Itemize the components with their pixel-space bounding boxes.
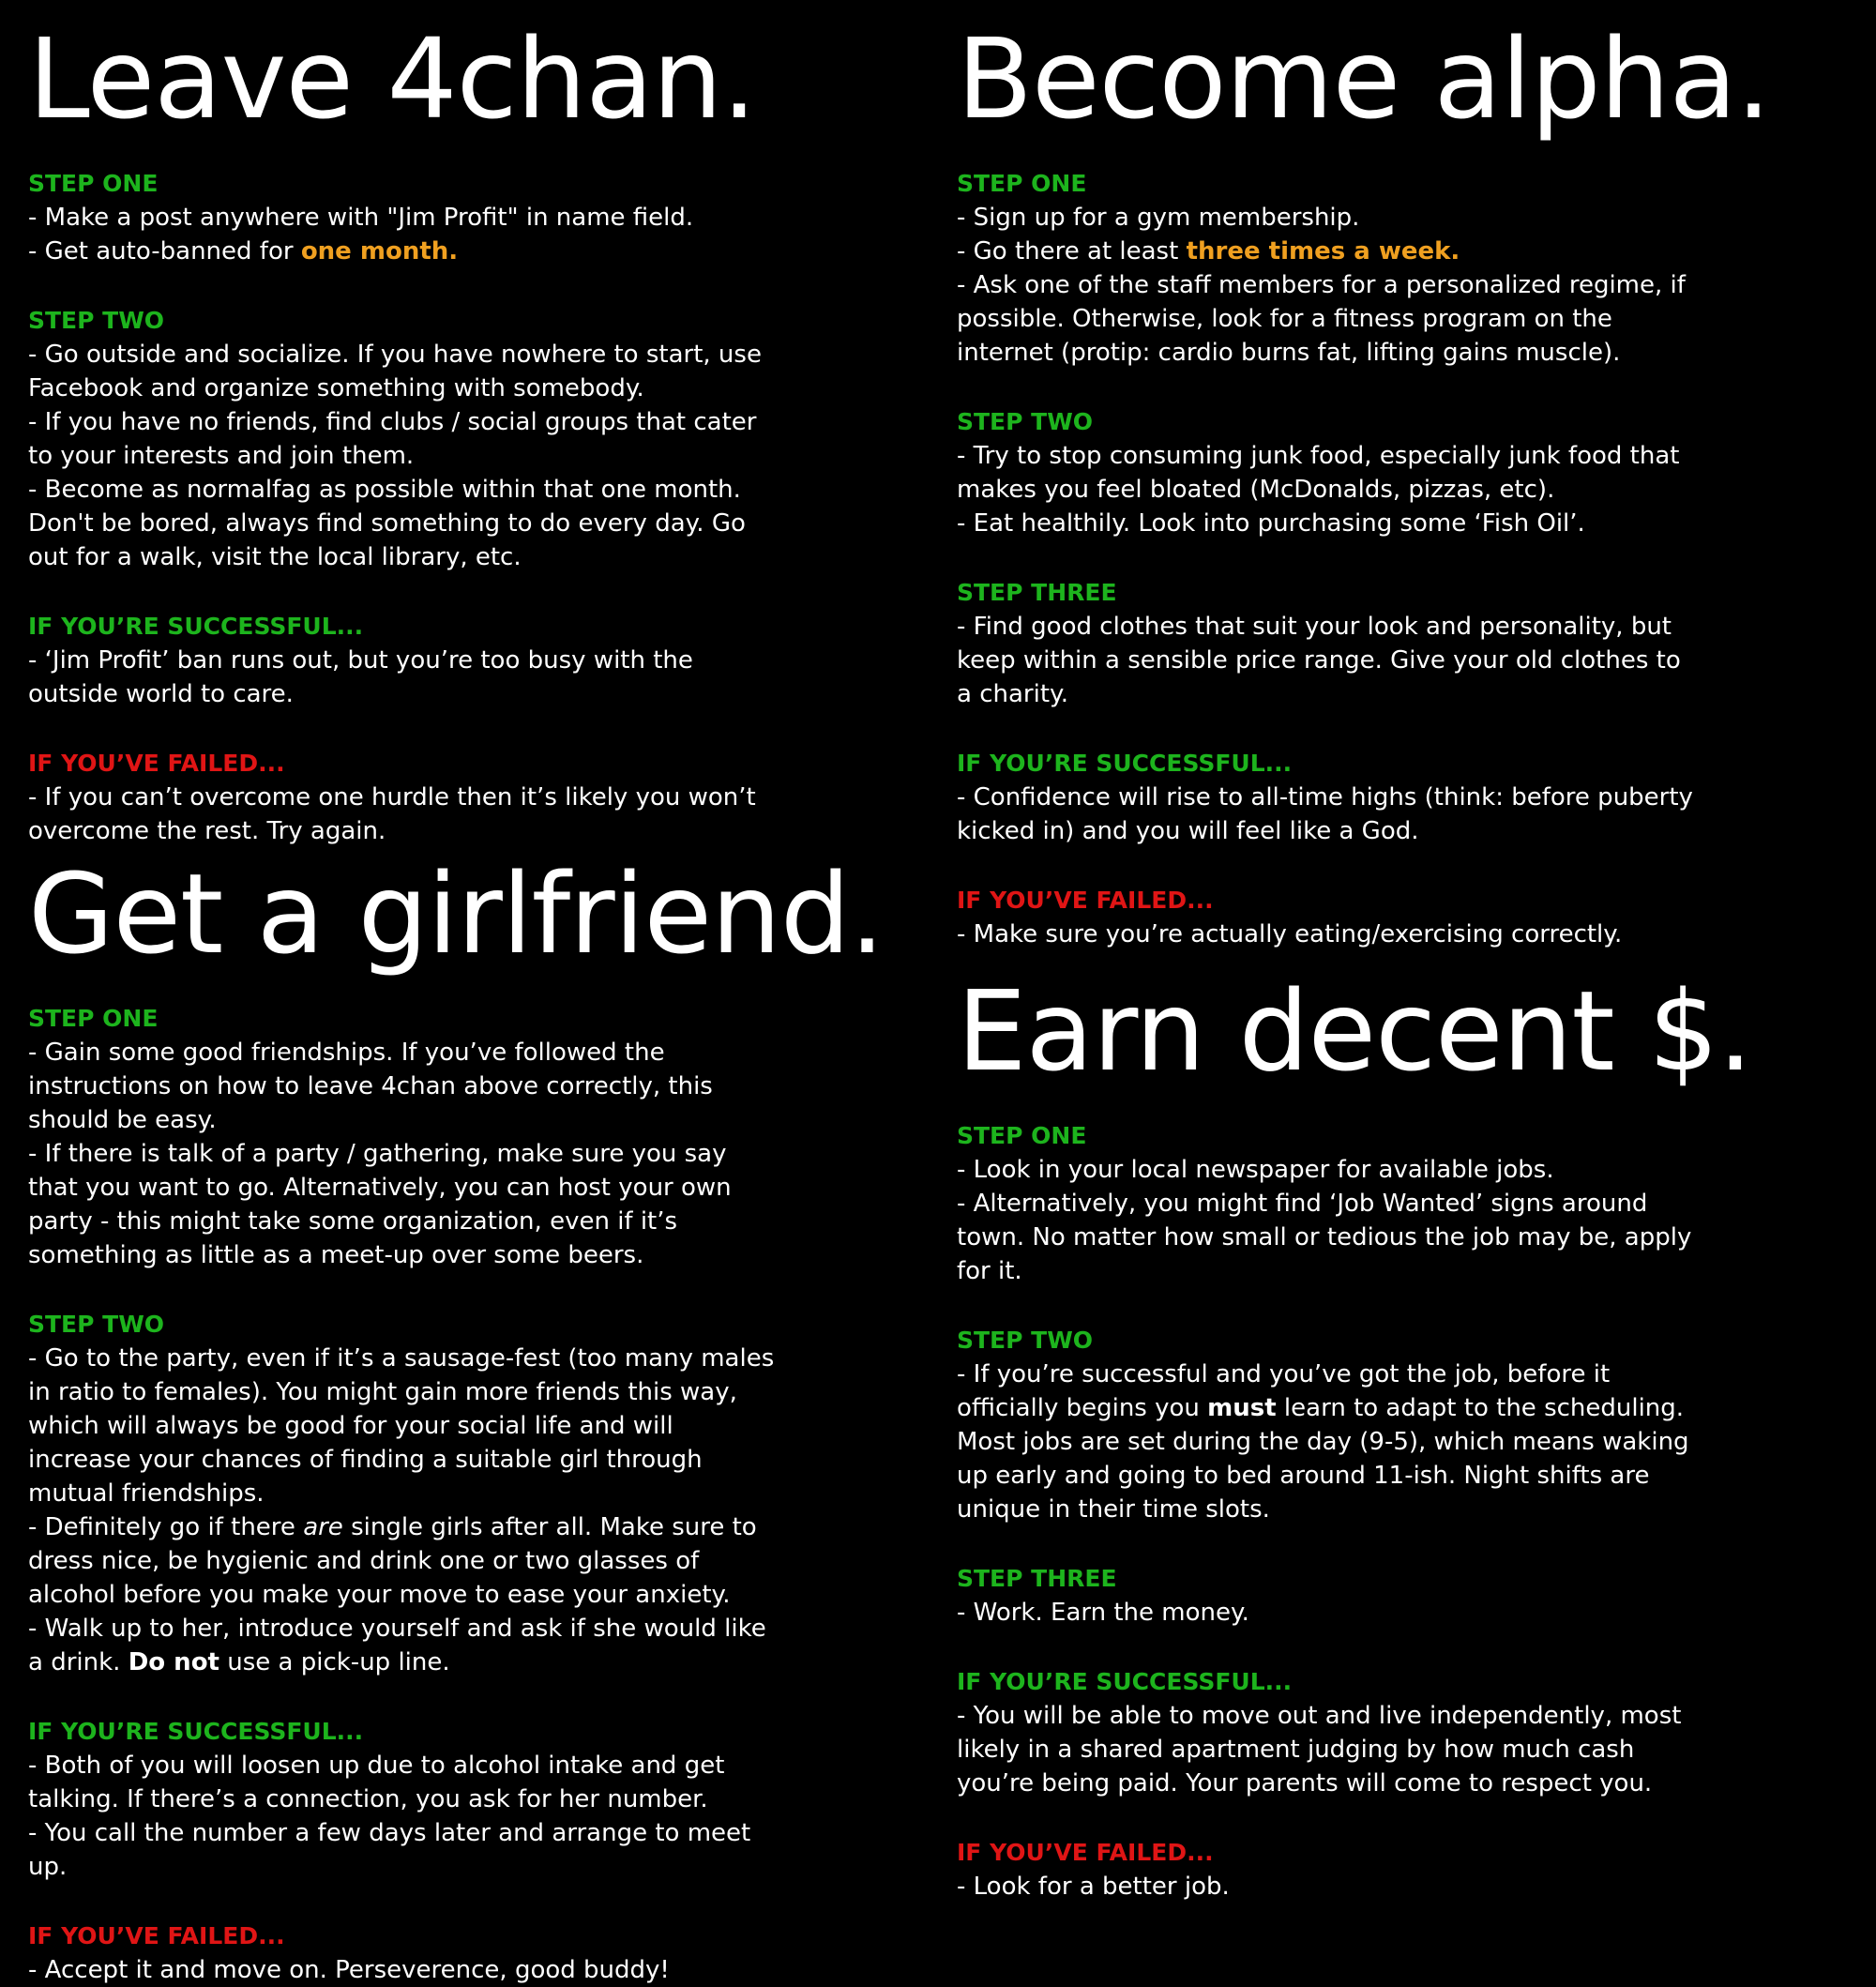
highlight: one month. (300, 237, 459, 265)
success-heading: IF YOU’RE SUCCESSFUL... (957, 1668, 1293, 1695)
step-line: - Accept it and move on. Perseverence, g… (28, 1956, 670, 1984)
section-title: Earn decent $. (957, 966, 1753, 1096)
step-line: - Try to stop consuming junk food, espec… (957, 442, 1680, 504)
failed-heading: IF YOU’VE FAILED... (957, 887, 1214, 914)
step-line: - ‘Jim Profit’ ban runs out, but you’re … (28, 646, 693, 708)
success-block: IF YOU’RE SUCCESSFUL... - Confidence wil… (957, 747, 1698, 848)
step-two: STEP TWO - Try to stop consuming junk fo… (957, 405, 1698, 540)
section-earn-money: Earn decent $. STEP ONE - Look in your l… (957, 966, 1753, 1904)
step-one: STEP ONE - Gain some good friendships. I… (28, 1002, 779, 1272)
step-line: - You call the number a few days later a… (28, 1819, 751, 1881)
success-block: IF YOU’RE SUCCESSFUL... - You will be ab… (957, 1665, 1707, 1800)
step-heading: STEP TWO (957, 1327, 1094, 1354)
section-leave-4chan: Leave 4chan. STEP ONE - Make a post anyw… (28, 23, 769, 848)
step-line: - Eat healthily. Look into purchasing so… (957, 509, 1585, 538)
emphasis: must (1207, 1394, 1277, 1422)
success-heading: IF YOU’RE SUCCESSFUL... (28, 1718, 364, 1745)
highlight: three times a week. (1186, 237, 1460, 265)
step-line: - Make sure you’re actually eating/exerc… (957, 920, 1623, 948)
success-block: IF YOU’RE SUCCESSFUL... - ‘Jim Profit’ b… (28, 610, 769, 711)
section-get-girlfriend: Get a girlfriend. STEP ONE - Gain some g… (28, 849, 885, 1987)
step-three: STEP THREE - Find good clothes that suit… (957, 576, 1698, 711)
failed-block: IF YOU’VE FAILED... - Accept it and move… (28, 1919, 779, 1987)
step-line: - If there is talk of a party / gatherin… (28, 1140, 732, 1269)
step-line: - Ask one of the staff members for a per… (957, 271, 1686, 367)
step-line: - Definitely go if there are single girl… (28, 1513, 757, 1609)
step-line: - Walk up to her, introduce yourself and… (28, 1615, 766, 1676)
step-line: - Go outside and socialize. If you have … (28, 341, 762, 402)
failed-block: IF YOU’VE FAILED... - If you can’t overc… (28, 747, 769, 848)
step-line: - Become as normalfag as possible within… (28, 476, 746, 571)
emphasis: are (303, 1513, 343, 1541)
failed-heading: IF YOU’VE FAILED... (28, 1922, 285, 1949)
failed-heading: IF YOU’VE FAILED... (957, 1839, 1214, 1866)
step-line: - If you have no friends, find clubs / s… (28, 408, 757, 470)
step-heading: STEP THREE (957, 1565, 1117, 1592)
step-line: - Both of you will loosen up due to alco… (28, 1752, 725, 1813)
step-line: - Go there at least three times a week. (957, 237, 1460, 265)
step-line: - Alternatively, you might find ‘Job Wan… (957, 1190, 1692, 1285)
success-heading: IF YOU’RE SUCCESSFUL... (28, 613, 364, 640)
step-line: - Confidence will rise to all-time highs… (957, 783, 1693, 845)
step-one: STEP ONE - Look in your local newspaper … (957, 1119, 1707, 1288)
step-heading: STEP ONE (957, 1122, 1087, 1149)
step-line: - Look for a better job. (957, 1873, 1230, 1901)
step-one: STEP ONE - Sign up for a gym membership.… (957, 167, 1698, 370)
step-three: STEP THREE - Work. Earn the money. (957, 1562, 1707, 1630)
step-line: - Find good clothes that suit your look … (957, 613, 1681, 708)
failed-block: IF YOU’VE FAILED... - Make sure you’re a… (957, 884, 1698, 951)
section-title: Leave 4chan. (28, 14, 757, 144)
step-heading: STEP TWO (957, 408, 1094, 435)
success-block: IF YOU’RE SUCCESSFUL... - Both of you wi… (28, 1715, 779, 1884)
section-title: Become alpha. (957, 14, 1771, 144)
success-heading: IF YOU’RE SUCCESSFUL... (957, 750, 1293, 777)
step-heading: STEP ONE (28, 1005, 159, 1032)
failed-heading: IF YOU’VE FAILED... (28, 750, 285, 777)
step-two: STEP TWO - Go outside and socialize. If … (28, 304, 769, 574)
step-two: STEP TWO - If you’re successful and you’… (957, 1324, 1707, 1526)
step-line: - Work. Earn the money. (957, 1599, 1249, 1627)
step-two: STEP TWO - Go to the party, even if it’s… (28, 1308, 779, 1679)
step-line: - Go to the party, even if it’s a sausag… (28, 1344, 775, 1508)
step-heading: STEP TWO (28, 1311, 165, 1338)
step-line: - Sign up for a gym membership. (957, 204, 1360, 232)
step-line: - Make a post anywhere with "Jim Profit"… (28, 204, 694, 232)
step-line: - Gain some good friendships. If you’ve … (28, 1039, 713, 1134)
section-title: Get a girlfriend. (28, 849, 885, 978)
step-line: - If you’re successful and you’ve got th… (957, 1360, 1689, 1524)
step-line: - Get auto-banned for one month. (28, 237, 459, 265)
step-line: - You will be able to move out and live … (957, 1702, 1682, 1797)
step-heading: STEP ONE (28, 170, 159, 197)
failed-block: IF YOU’VE FAILED... - Look for a better … (957, 1836, 1707, 1904)
step-heading: STEP TWO (28, 307, 165, 334)
step-line: - If you can’t overcome one hurdle then … (28, 783, 756, 845)
step-heading: STEP ONE (957, 170, 1087, 197)
emphasis: Do not (128, 1648, 219, 1676)
step-one: STEP ONE - Make a post anywhere with "Ji… (28, 167, 769, 268)
section-become-alpha: Become alpha. STEP ONE - Sign up for a g… (957, 14, 1771, 951)
step-heading: STEP THREE (957, 579, 1117, 606)
step-line: - Look in your local newspaper for avail… (957, 1156, 1554, 1184)
